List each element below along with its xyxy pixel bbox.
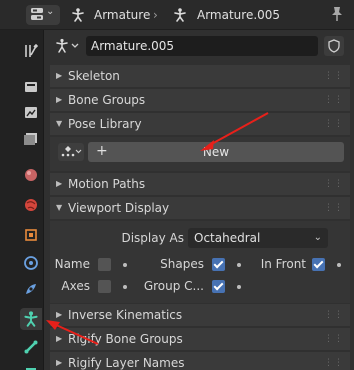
pose-library-body: + New bbox=[50, 137, 350, 171]
display-as-label: Display As bbox=[121, 231, 184, 245]
bone-constraint-icon bbox=[26, 368, 36, 370]
section-rigify-layer-names[interactable]: ▶ Rigify Layer Names ⋮⋮ bbox=[50, 352, 350, 370]
drag-grip-icon[interactable]: ⋮⋮ bbox=[324, 197, 344, 219]
pin-icon[interactable] bbox=[330, 6, 344, 22]
tab-render[interactable] bbox=[20, 76, 42, 98]
section-viewport-display-label: Viewport Display bbox=[68, 201, 170, 215]
axes-label: Axes bbox=[61, 279, 90, 293]
section-rigify-layer-names-label: Rigify Layer Names bbox=[68, 356, 185, 370]
new-pose-library-button[interactable]: + New bbox=[88, 142, 344, 162]
shapes-checkbox[interactable] bbox=[212, 258, 225, 271]
drag-grip-icon[interactable]: ⋮⋮ bbox=[324, 352, 344, 370]
tab-bone[interactable] bbox=[20, 336, 42, 358]
section-skeleton[interactable]: ▶ Skeleton ⋮⋮ bbox=[50, 65, 350, 87]
object-icon bbox=[25, 229, 37, 241]
data-block-browse-button[interactable] bbox=[54, 37, 82, 55]
keyframe-dot-icon[interactable] bbox=[237, 263, 241, 267]
viewport-display-body: Display As Octahedral ⌄ Name Shapes In F… bbox=[50, 221, 350, 303]
tab-object[interactable] bbox=[20, 224, 42, 246]
group-colors-checkbox[interactable] bbox=[212, 280, 225, 293]
tab-tool[interactable] bbox=[20, 40, 42, 62]
section-bone-groups[interactable]: ▶ Bone Groups ⋮⋮ bbox=[50, 89, 350, 111]
section-pose-library[interactable]: ▼ Pose Library ⋮⋮ bbox=[50, 113, 350, 135]
editor-type-selector[interactable]: ⌄ bbox=[26, 5, 60, 25]
section-rigify-bone-groups[interactable]: ▶ Rigify Bone Groups ⋮⋮ bbox=[50, 328, 350, 350]
scene-icon bbox=[25, 169, 37, 181]
new-button-label: New bbox=[202, 145, 230, 159]
tab-view-layer[interactable] bbox=[20, 128, 42, 150]
drag-grip-icon[interactable]: ⋮⋮ bbox=[324, 173, 344, 195]
drag-grip-icon[interactable]: ⋮⋮ bbox=[324, 304, 344, 326]
keyframe-dot-icon[interactable] bbox=[237, 285, 241, 289]
shield-icon bbox=[328, 39, 340, 53]
armature-icon bbox=[72, 8, 84, 22]
armature-data-icon bbox=[174, 8, 186, 22]
keyframe-dot-icon[interactable] bbox=[123, 285, 127, 289]
section-motion-paths-label: Motion Paths bbox=[68, 177, 146, 191]
data-breadcrumb-label: Armature.005 bbox=[197, 8, 281, 22]
collapse-triangle-icon: ▼ bbox=[56, 203, 63, 212]
bone-icon bbox=[24, 340, 38, 354]
section-inverse-kinematics-label: Inverse Kinematics bbox=[68, 308, 183, 322]
expand-triangle-icon: ▶ bbox=[56, 310, 63, 319]
drag-grip-icon[interactable]: ⋮⋮ bbox=[324, 89, 344, 111]
shapes-label: Shapes bbox=[160, 257, 204, 271]
in-front-label: In Front bbox=[260, 257, 306, 271]
expand-triangle-icon: ▶ bbox=[56, 334, 63, 343]
display-as-select[interactable]: Octahedral ⌄ bbox=[188, 228, 328, 248]
tab-scene[interactable] bbox=[20, 164, 42, 186]
tab-world[interactable] bbox=[20, 194, 42, 216]
expand-triangle-icon: ▶ bbox=[56, 95, 63, 104]
display-as-value: Octahedral bbox=[194, 231, 261, 245]
object-data-armature-icon bbox=[24, 311, 38, 327]
expand-triangle-icon: ▶ bbox=[56, 358, 63, 367]
data-block-name-field[interactable]: Armature.005 bbox=[86, 36, 318, 56]
section-viewport-display[interactable]: ▼ Viewport Display ⋮⋮ bbox=[50, 197, 350, 219]
collapse-triangle-icon: ▼ bbox=[56, 119, 63, 128]
view-layer-icon bbox=[24, 133, 37, 145]
context-breadcrumb-label: Armature bbox=[94, 8, 151, 22]
breadcrumb-separator-icon: › bbox=[153, 8, 158, 22]
world-icon bbox=[25, 199, 37, 211]
pose-library-icon bbox=[61, 146, 82, 157]
in-front-checkbox[interactable] bbox=[312, 258, 325, 271]
fake-user-button[interactable] bbox=[324, 36, 344, 56]
name-label: Name bbox=[54, 257, 90, 271]
drag-grip-icon[interactable]: ⋮⋮ bbox=[324, 113, 344, 135]
pose-library-browse-button[interactable] bbox=[58, 143, 84, 161]
section-rigify-bone-groups-label: Rigify Bone Groups bbox=[68, 332, 183, 346]
properties-panel: Armature.005 ▶ Skeleton ⋮⋮ ▶ Bone Groups… bbox=[46, 30, 354, 370]
section-inverse-kinematics[interactable]: ▶ Inverse Kinematics ⋮⋮ bbox=[50, 304, 350, 326]
drag-grip-icon[interactable]: ⋮⋮ bbox=[324, 328, 344, 350]
output-icon bbox=[25, 107, 37, 118]
data-block-row: Armature.005 bbox=[46, 30, 354, 62]
tab-bone-constraints[interactable] bbox=[20, 362, 42, 370]
keyframe-dot-icon[interactable] bbox=[337, 263, 341, 267]
tab-modifiers[interactable] bbox=[20, 252, 42, 274]
tool-icon bbox=[25, 43, 39, 57]
section-skeleton-label: Skeleton bbox=[68, 69, 120, 83]
expand-triangle-icon: ▶ bbox=[56, 179, 63, 188]
tab-output[interactable] bbox=[20, 102, 42, 124]
drag-grip-icon[interactable]: ⋮⋮ bbox=[324, 65, 344, 87]
section-motion-paths[interactable]: ▶ Motion Paths ⋮⋮ bbox=[50, 173, 350, 195]
expand-triangle-icon: ▶ bbox=[56, 71, 63, 80]
properties-tab-strip bbox=[0, 30, 44, 370]
render-icon bbox=[25, 82, 37, 92]
chevron-down-icon: ⌄ bbox=[46, 6, 55, 17]
section-pose-library-label: Pose Library bbox=[68, 117, 142, 131]
physics-icon bbox=[26, 284, 36, 294]
section-bone-groups-label: Bone Groups bbox=[68, 93, 146, 107]
axes-checkbox[interactable] bbox=[98, 280, 111, 293]
tab-physics[interactable] bbox=[20, 278, 42, 300]
keyframe-dot-icon[interactable] bbox=[123, 263, 127, 267]
editor-type-icon bbox=[31, 8, 43, 20]
group-colors-label: Group C... bbox=[143, 279, 204, 293]
properties-header: ⌄ Armature › Armature.005 bbox=[0, 0, 354, 30]
chevron-down-icon: ⌄ bbox=[313, 232, 322, 243]
tab-object-data-armature[interactable] bbox=[20, 308, 42, 330]
modifier-icon bbox=[24, 256, 38, 270]
name-checkbox[interactable] bbox=[98, 258, 111, 271]
